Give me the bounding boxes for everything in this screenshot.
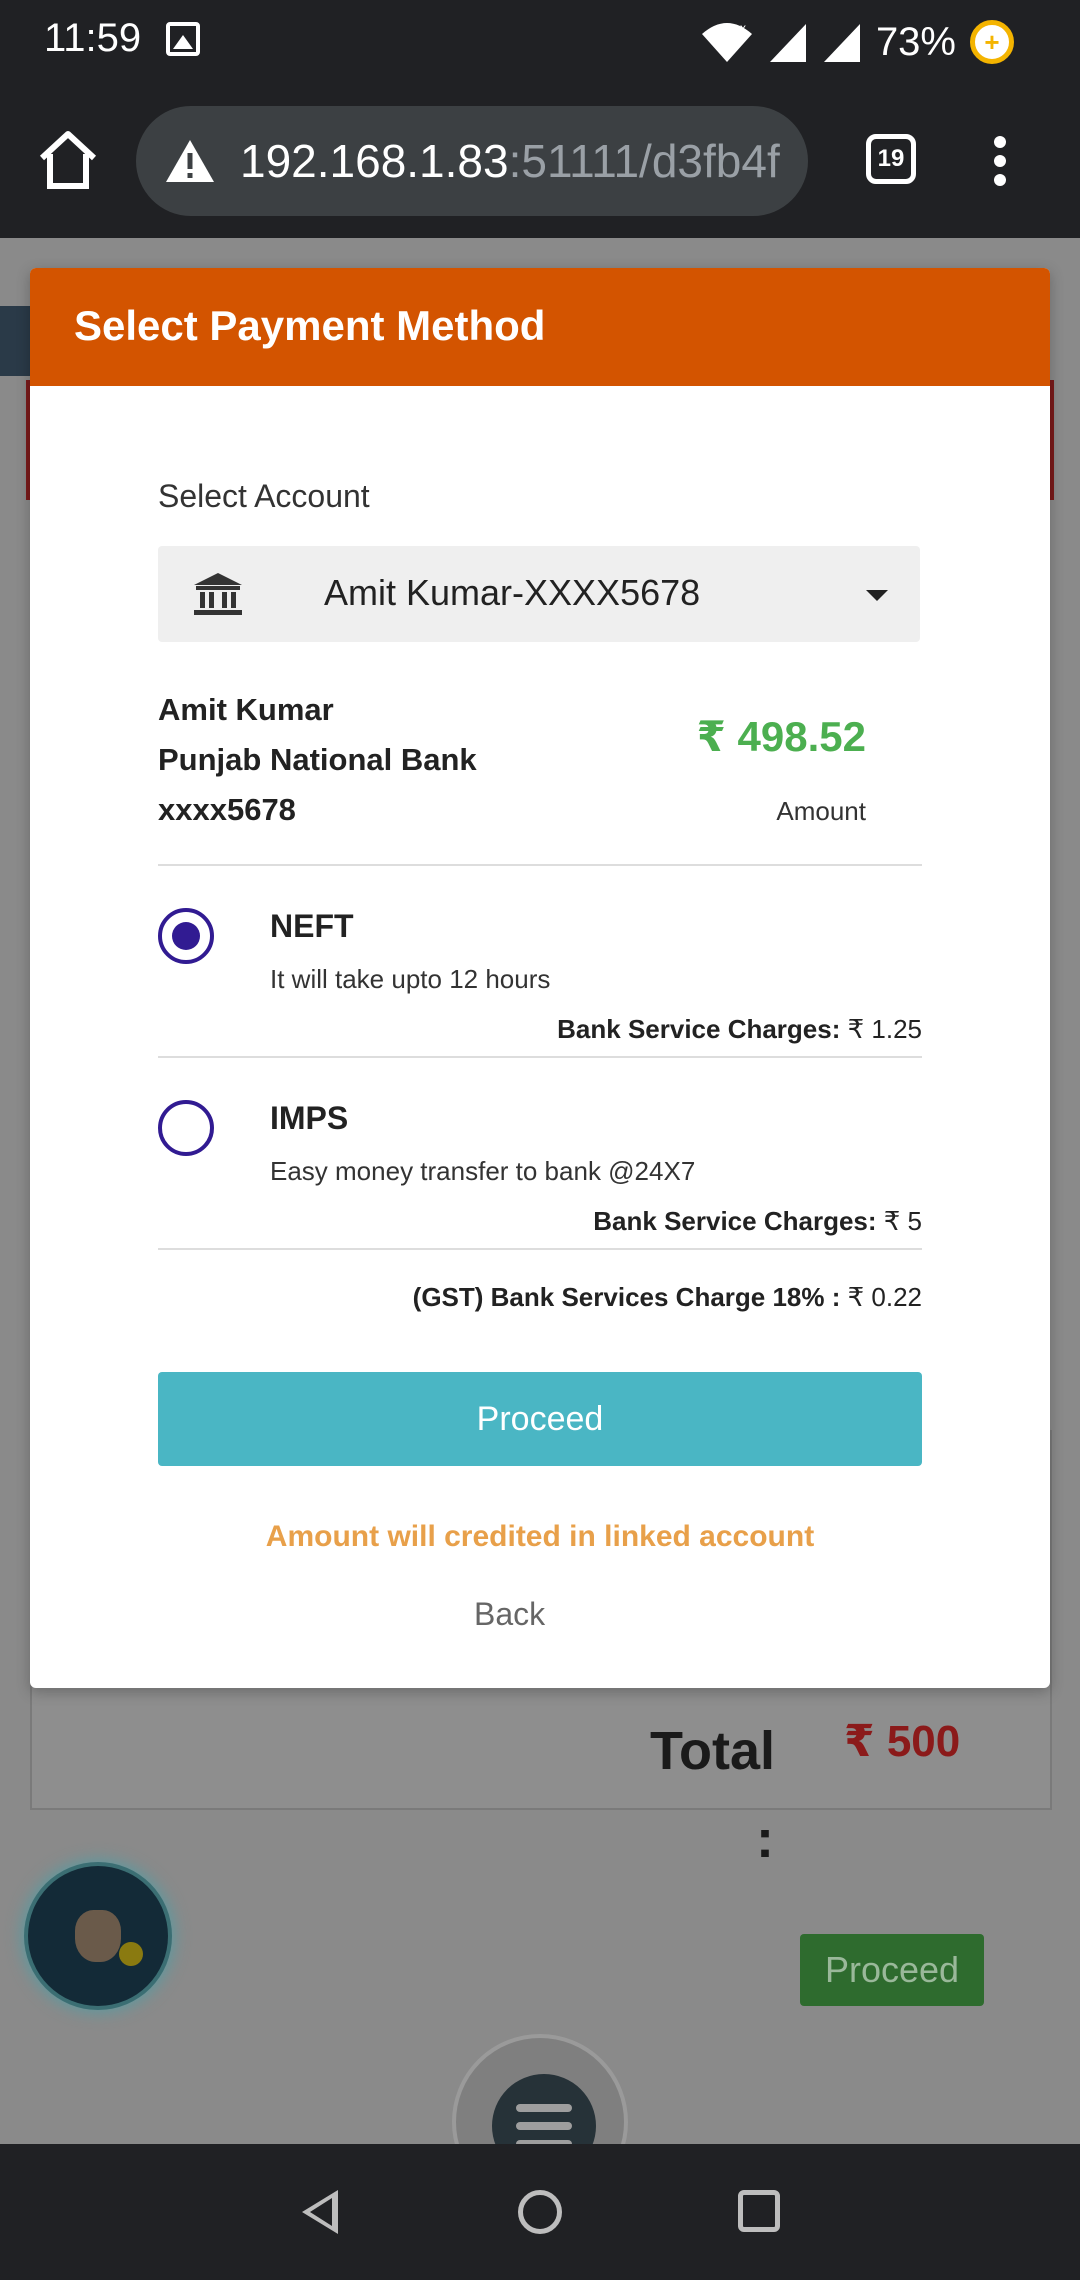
- imps-charge-value: ₹ 5: [883, 1206, 922, 1236]
- dialog-header: Select Payment Method: [30, 268, 1050, 386]
- divider: [158, 1248, 922, 1250]
- amount-label: Amount: [776, 796, 866, 826]
- address-bar[interactable]: 192.168.1.83:51111/d3fb4f: [136, 106, 808, 216]
- battery-saver-icon: +: [970, 20, 1014, 64]
- account-number: xxxx5678: [158, 792, 296, 827]
- imps-title[interactable]: IMPS: [270, 1100, 348, 1137]
- back-link[interactable]: Back: [474, 1596, 545, 1633]
- bank-icon: [158, 546, 278, 642]
- total-value: ₹ 500: [844, 1717, 961, 1766]
- warning-icon[interactable]: [164, 138, 216, 184]
- tab-switcher-button[interactable]: 19: [866, 134, 916, 184]
- wallet-button[interactable]: [28, 1866, 168, 2006]
- imps-radio[interactable]: [158, 1100, 214, 1156]
- divider: [158, 864, 922, 866]
- home-icon[interactable]: [36, 128, 100, 192]
- url-host: 192.168.1.83: [240, 135, 509, 187]
- money-bag-icon: [75, 1910, 143, 1966]
- proceed-button[interactable]: Proceed: [158, 1372, 922, 1466]
- browser-toolbar: 192.168.1.83:51111/d3fb4f 19: [0, 84, 1080, 238]
- neft-description: It will take upto 12 hours: [270, 964, 551, 994]
- status-time: 11:59: [44, 16, 142, 60]
- status-icons: x 73% +: [700, 14, 1014, 70]
- total-colon: :: [756, 1809, 774, 1869]
- gst-label: (GST) Bank Services Charge 18% :: [412, 1282, 841, 1312]
- bank-name: Punjab National Bank: [158, 742, 477, 777]
- system-navigation-bar: [0, 2144, 1080, 2280]
- gst-value: ₹ 0.22: [847, 1282, 922, 1312]
- dialog-title: Select Payment Method: [74, 302, 546, 349]
- amount-value: ₹ 498.52: [696, 713, 866, 760]
- payment-method-dialog: Select Payment Method Select Account Ami…: [30, 268, 1050, 1688]
- neft-title[interactable]: NEFT: [270, 908, 354, 945]
- selected-account: Amit Kumar-XXXX5678: [324, 572, 701, 613]
- svg-text:x: x: [740, 21, 746, 35]
- neft-charges: Bank Service Charges: ₹ 1.25: [557, 1014, 922, 1045]
- browser-menu-icon[interactable]: [990, 136, 1010, 186]
- neft-radio[interactable]: [158, 908, 214, 964]
- divider: [158, 1056, 922, 1058]
- chevron-down-icon: [866, 590, 888, 601]
- home-circle-icon[interactable]: [518, 2190, 562, 2234]
- imps-description: Easy money transfer to bank @24X7: [270, 1156, 696, 1186]
- wifi-icon: x: [701, 21, 752, 62]
- account-holder-name: Amit Kumar: [158, 692, 334, 727]
- battery-percent: 73%: [875, 19, 956, 64]
- recents-icon[interactable]: [738, 2190, 780, 2232]
- imps-charge-label: Bank Service Charges:: [593, 1206, 877, 1236]
- status-bar: 11:59 x 73% +: [0, 0, 1080, 84]
- select-account-label: Select Account: [158, 478, 370, 514]
- neft-charge-label: Bank Service Charges:: [557, 1014, 841, 1044]
- background-strip: [0, 306, 30, 376]
- image-notification-icon: [166, 22, 200, 56]
- signal-icon: [769, 24, 806, 62]
- gst-charge: (GST) Bank Services Charge 18% : ₹ 0.22: [413, 1282, 922, 1313]
- url-path: :51111/d3fb4f: [508, 135, 780, 187]
- credit-notice: Amount will credited in linked account: [265, 1520, 815, 1553]
- total-label: Total: [650, 1721, 775, 1781]
- background-proceed-button: Proceed: [800, 1934, 984, 2006]
- imps-charges: Bank Service Charges: ₹ 5: [593, 1206, 922, 1237]
- neft-charge-value: ₹ 1.25: [847, 1014, 922, 1044]
- back-icon[interactable]: [302, 2190, 338, 2234]
- signal-icon-2: [823, 24, 860, 62]
- account-dropdown[interactable]: Amit Kumar-XXXX5678: [158, 546, 920, 642]
